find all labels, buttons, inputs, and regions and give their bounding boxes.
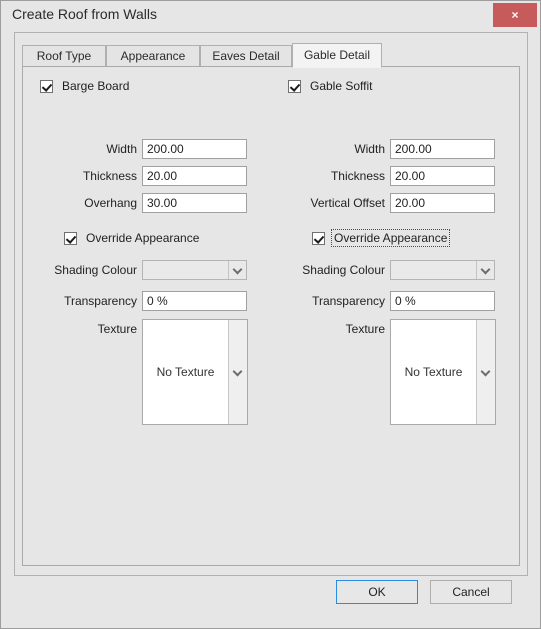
soffit-vertical-offset-label: Vertical Offset — [310, 196, 385, 210]
close-button[interactable]: × — [493, 3, 537, 27]
title-bar: Create Roof from Walls × — [1, 1, 540, 29]
soffit-texture-picker[interactable]: No Texture — [390, 319, 496, 425]
soffit-transparency-label: Transparency — [312, 294, 385, 308]
chevron-down-icon[interactable] — [476, 261, 494, 279]
soffit-width-label: Width — [354, 142, 385, 156]
gable-soffit-label: Gable Soffit — [310, 79, 373, 93]
soffit-shading-colour-value — [391, 261, 476, 279]
barge-board-label: Barge Board — [62, 79, 130, 93]
soffit-override-appearance-checkbox[interactable] — [312, 231, 325, 245]
gable-detail-panel: Barge Board Width Thickness Overhang Ove… — [22, 66, 520, 566]
soffit-override-appearance-row[interactable]: Override Appearance — [312, 229, 451, 247]
barge-texture-picker[interactable]: No Texture — [142, 319, 248, 425]
soffit-texture-value: No Texture — [391, 320, 476, 424]
dialog-group-frame: Roof Type Appearance Eaves Detail Gable … — [14, 32, 528, 576]
gable-soffit-checkbox[interactable] — [288, 79, 301, 93]
soffit-width-input[interactable] — [390, 139, 495, 159]
barge-thickness-label: Thickness — [82, 169, 137, 183]
barge-texture-value: No Texture — [143, 320, 228, 424]
barge-shading-colour-label: Shading Colour — [54, 263, 137, 277]
soffit-transparency-input[interactable] — [390, 291, 495, 311]
tab-eaves-detail[interactable]: Eaves Detail — [200, 45, 292, 67]
tab-strip: Roof Type Appearance Eaves Detail Gable … — [22, 43, 520, 68]
barge-thickness-input[interactable] — [142, 166, 247, 186]
barge-shading-colour-combobox[interactable] — [142, 260, 247, 280]
barge-override-appearance-row[interactable]: Override Appearance — [64, 230, 201, 246]
barge-shading-colour-value — [143, 261, 228, 279]
dialog-window: Create Roof from Walls × Roof Type Appea… — [0, 0, 541, 629]
barge-board-checkbox[interactable] — [40, 79, 53, 93]
barge-width-input[interactable] — [142, 139, 247, 159]
soffit-thickness-input[interactable] — [390, 166, 495, 186]
barge-overhang-input[interactable] — [142, 193, 247, 213]
soffit-vertical-offset-input[interactable] — [390, 193, 495, 213]
tab-gable-detail[interactable]: Gable Detail — [292, 43, 382, 68]
barge-width-label: Width — [106, 142, 137, 156]
dialog-title: Create Roof from Walls — [12, 6, 157, 22]
soffit-shading-colour-combobox[interactable] — [390, 260, 495, 280]
soffit-thickness-label: Thickness — [330, 169, 385, 183]
barge-override-appearance-checkbox[interactable] — [64, 231, 77, 245]
chevron-down-icon[interactable] — [476, 320, 495, 424]
tab-roof-type[interactable]: Roof Type — [22, 45, 106, 67]
barge-override-appearance-label: Override Appearance — [86, 231, 200, 245]
soffit-shading-colour-label: Shading Colour — [302, 263, 385, 277]
chevron-down-icon[interactable] — [228, 320, 247, 424]
chevron-down-icon[interactable] — [228, 261, 246, 279]
barge-board-checkbox-row[interactable]: Barge Board — [40, 78, 131, 94]
cancel-button[interactable]: Cancel — [430, 580, 512, 604]
barge-texture-label: Texture — [97, 322, 137, 336]
gable-soffit-checkbox-row[interactable]: Gable Soffit — [288, 78, 374, 94]
barge-transparency-label: Transparency — [64, 294, 137, 308]
soffit-override-appearance-label: Override Appearance — [330, 229, 451, 247]
barge-transparency-input[interactable] — [142, 291, 247, 311]
ok-button[interactable]: OK — [336, 580, 418, 604]
soffit-texture-label: Texture — [345, 322, 385, 336]
tab-appearance[interactable]: Appearance — [106, 45, 200, 67]
barge-overhang-label: Overhang — [84, 196, 137, 210]
